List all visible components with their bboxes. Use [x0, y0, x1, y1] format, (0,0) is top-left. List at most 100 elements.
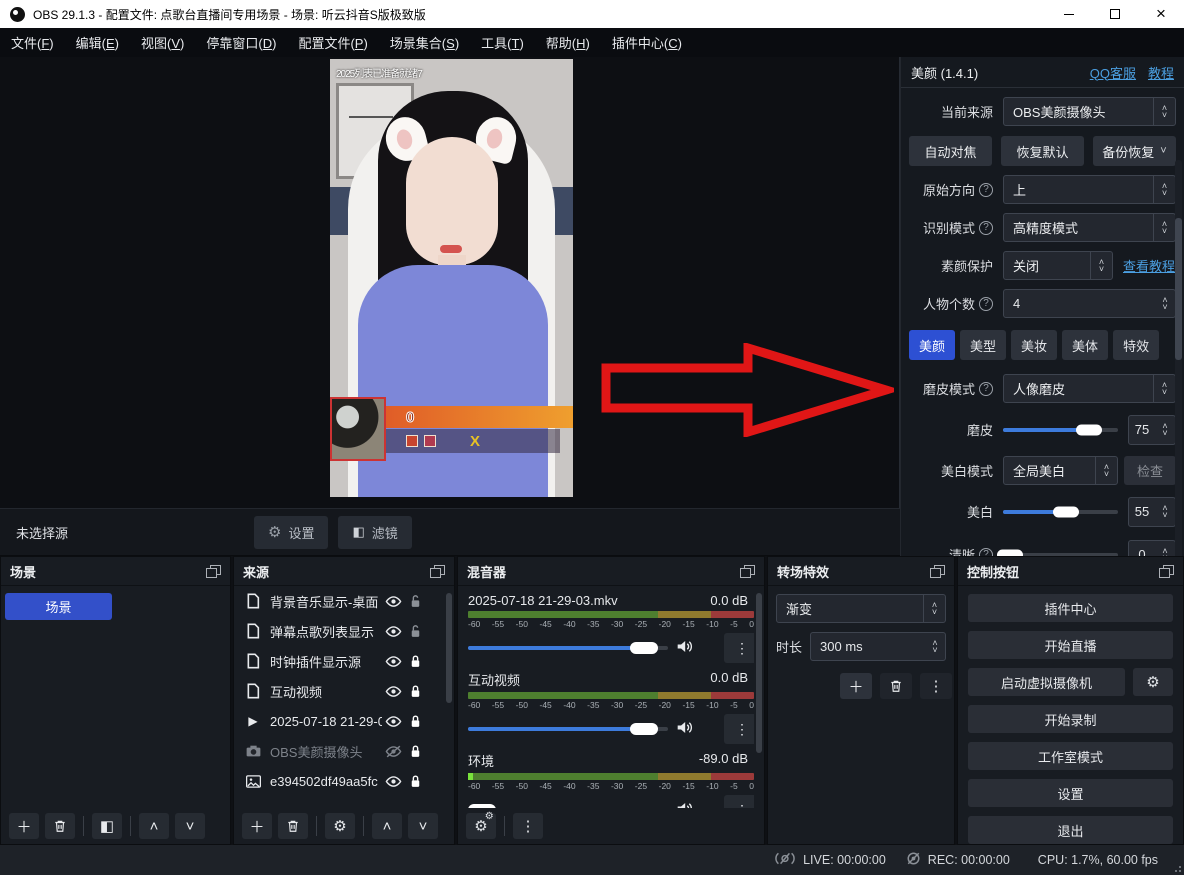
close-button[interactable]: × — [1138, 0, 1184, 28]
speaker-icon[interactable] — [676, 720, 693, 738]
backup-restore-button[interactable]: 备份恢复˅ — [1093, 136, 1176, 166]
source-row[interactable]: 时钟插件显示源 — [234, 646, 454, 676]
channel-menu-button[interactable]: ⋮ — [724, 795, 754, 808]
exit-button[interactable]: 退出 — [968, 816, 1173, 844]
lock-closed-icon[interactable] — [404, 774, 426, 789]
whiten-value-spinner[interactable]: 55 ˄˅ — [1128, 497, 1176, 527]
lock-closed-icon[interactable] — [404, 684, 426, 699]
tutorial-link[interactable]: 教程 — [1148, 63, 1174, 82]
eye-visible-icon[interactable] — [382, 715, 404, 728]
eye-visible-icon[interactable] — [382, 625, 404, 638]
source-properties-button[interactable]: ⚙ — [325, 813, 355, 839]
scene-filters-button[interactable]: ◧ — [92, 813, 122, 839]
recognition-mode-select[interactable]: 高精度模式 ˄˅ — [1003, 213, 1176, 242]
tab-reshape[interactable]: 美型 — [960, 330, 1006, 360]
source-row[interactable]: 背景音乐显示-桌面 — [234, 586, 454, 616]
eye-visible-icon[interactable] — [382, 655, 404, 668]
lock-open-icon[interactable] — [404, 624, 426, 639]
help-icon[interactable]: ? — [979, 382, 993, 396]
spinner-arrows-icon[interactable]: ˄˅ — [1155, 423, 1175, 437]
speaker-icon[interactable] — [676, 801, 693, 808]
popout-icon[interactable] — [430, 565, 445, 578]
source-filters-button[interactable]: ◧ 滤镜 — [338, 516, 411, 549]
tab-beauty[interactable]: 美颜 — [909, 330, 955, 360]
add-source-button[interactable]: ＋ — [242, 813, 272, 839]
person-count-spinner[interactable]: 4 ˄˅ — [1003, 289, 1176, 318]
sources-scrollbar[interactable] — [446, 593, 452, 703]
spinner-arrows-icon[interactable]: ˄˅ — [1155, 548, 1175, 557]
speaker-icon[interactable] — [676, 639, 693, 657]
clarity-slider[interactable] — [1003, 540, 1118, 556]
transition-menu-button[interactable]: ⋮ — [920, 673, 952, 699]
menu-plugin-center[interactable]: 插件中心(C) — [601, 33, 693, 52]
source-row[interactable]: e394502df49aa5fc — [234, 766, 454, 796]
source-up-button[interactable]: ˄ — [372, 813, 402, 839]
mixer-menu-button[interactable]: ⋮ — [513, 813, 543, 839]
bareface-protect-select[interactable]: 关闭 ˄˅ — [1003, 251, 1113, 280]
minimize-button[interactable] — [1046, 0, 1092, 28]
plugin-center-button[interactable]: 插件中心 — [968, 594, 1173, 622]
slider-handle[interactable] — [468, 804, 496, 808]
eye-visible-icon[interactable] — [382, 685, 404, 698]
view-tutorial-link[interactable]: 查看教程 — [1123, 256, 1175, 275]
slider-handle[interactable] — [997, 549, 1023, 556]
eye-visible-icon[interactable] — [382, 775, 404, 788]
camera-preview[interactable]: 0 X 2025列表已准备就绪7 — [330, 59, 573, 497]
source-row[interactable]: 弹幕点歌列表显示 — [234, 616, 454, 646]
help-icon[interactable]: ? — [979, 221, 993, 235]
beauty-panel-scrollbar[interactable] — [1175, 160, 1182, 556]
menu-profile[interactable]: 配置文件(P) — [287, 33, 378, 52]
popout-icon[interactable] — [740, 565, 755, 578]
resize-grip[interactable] — [1171, 862, 1181, 872]
transition-select[interactable]: 渐变 ˄˅ — [776, 594, 946, 623]
menu-tools[interactable]: 工具(T) — [470, 33, 535, 52]
volume-slider[interactable] — [468, 727, 668, 731]
autofocus-button[interactable]: 自动对焦 — [909, 136, 992, 166]
settings-button[interactable]: 设置 — [968, 779, 1173, 807]
menu-edit[interactable]: 编辑(E) — [65, 33, 130, 52]
restore-default-button[interactable]: 恢复默认 — [1001, 136, 1084, 166]
smooth-mode-select[interactable]: 人像磨皮 ˄˅ — [1003, 374, 1176, 403]
smooth-slider[interactable] — [1003, 415, 1118, 444]
add-transition-button[interactable]: ＋ — [840, 673, 872, 699]
eye-visible-icon[interactable] — [382, 595, 404, 608]
orientation-select[interactable]: 上 ˄˅ — [1003, 175, 1176, 204]
popout-icon[interactable] — [206, 565, 221, 578]
qq-support-link[interactable]: QQ客服 — [1090, 63, 1136, 82]
mixer-scrollbar[interactable] — [756, 593, 762, 753]
help-icon[interactable]: ? — [979, 548, 993, 557]
remove-scene-button[interactable] — [45, 813, 75, 839]
slider-handle[interactable] — [630, 723, 658, 735]
advanced-audio-button[interactable]: ⚙ — [466, 813, 496, 839]
studio-mode-button[interactable]: 工作室模式 — [968, 742, 1173, 770]
start-virtual-camera-button[interactable]: 启动虚拟摄像机 — [968, 668, 1125, 696]
popout-icon[interactable] — [1159, 565, 1174, 578]
menu-docks[interactable]: 停靠窗口(D) — [195, 33, 287, 52]
smooth-value-spinner[interactable]: 75 ˄˅ — [1128, 415, 1176, 445]
whiten-slider[interactable] — [1003, 497, 1118, 526]
scene-item-selected[interactable]: 场景 — [5, 593, 112, 620]
lock-open-icon[interactable] — [404, 594, 426, 609]
source-row[interactable]: ▶ 2025-07-18 21-29-0 — [234, 706, 454, 736]
tab-makeup[interactable]: 美妆 — [1011, 330, 1057, 360]
menu-view[interactable]: 视图(V) — [130, 33, 195, 52]
slider-handle[interactable] — [630, 642, 658, 654]
tab-body[interactable]: 美体 — [1062, 330, 1108, 360]
whiten-mode-select[interactable]: 全局美白 ˄˅ — [1003, 456, 1118, 485]
current-source-select[interactable]: OBS美颜摄像头 ˄˅ — [1003, 97, 1176, 126]
source-row[interactable]: 互动视频 — [234, 676, 454, 706]
spinner-arrows-icon[interactable]: ˄˅ — [925, 640, 945, 654]
spinner-arrows-icon[interactable]: ˄˅ — [1155, 297, 1175, 311]
lock-closed-icon[interactable] — [404, 714, 426, 729]
virtual-camera-settings-button[interactable]: ⚙ — [1133, 668, 1173, 696]
maximize-button[interactable] — [1092, 0, 1138, 28]
check-button[interactable]: 检查 — [1124, 456, 1176, 485]
lock-closed-icon[interactable] — [404, 654, 426, 669]
scene-up-button[interactable]: ˄ — [139, 813, 169, 839]
eye-hidden-icon[interactable] — [382, 745, 404, 758]
add-scene-button[interactable]: ＋ — [9, 813, 39, 839]
remove-transition-button[interactable] — [880, 673, 912, 699]
start-recording-button[interactable]: 开始录制 — [968, 705, 1173, 733]
slider-handle[interactable] — [1053, 506, 1079, 517]
help-icon[interactable]: ? — [979, 297, 993, 311]
